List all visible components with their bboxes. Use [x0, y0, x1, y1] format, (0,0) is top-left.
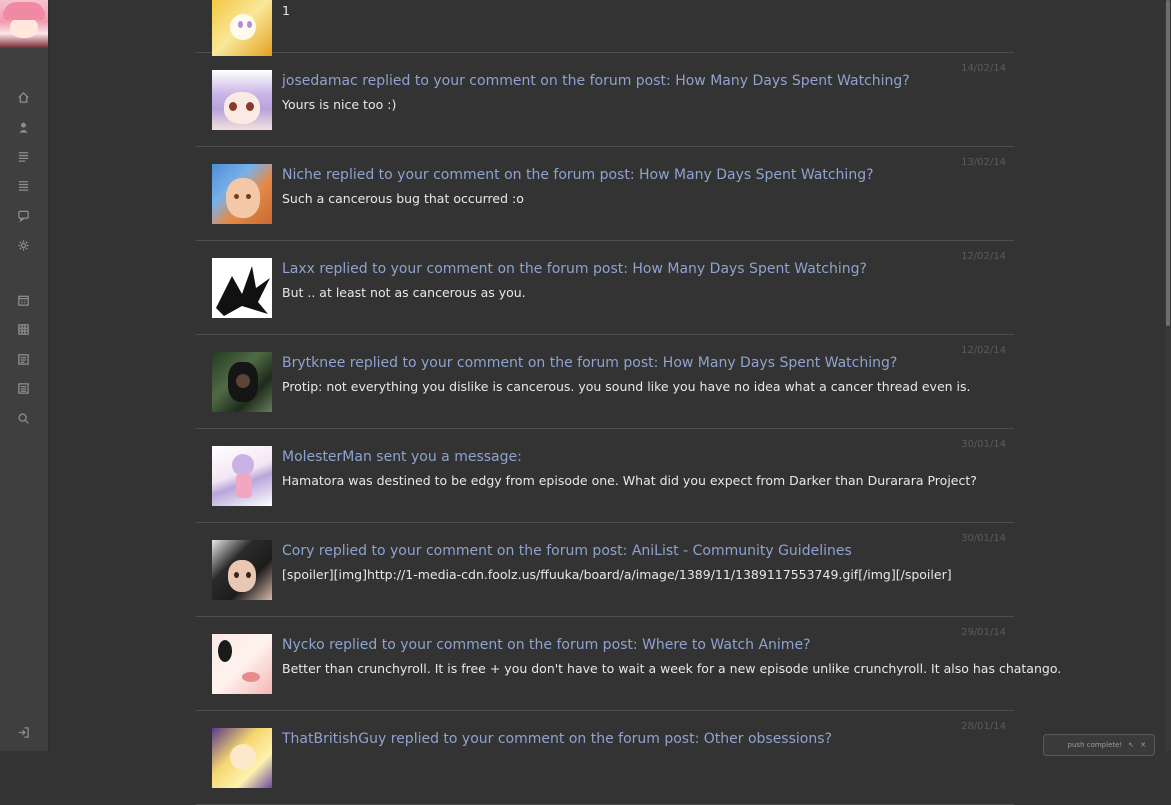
notification-title[interactable]: Laxx replied to your comment on the foru… — [282, 261, 867, 277]
user-avatar[interactable] — [212, 634, 272, 694]
notification-body: 1 — [282, 3, 290, 18]
list-item: Brytknee replied to your comment on the … — [196, 335, 1014, 429]
list-item: 1 — [196, 0, 1014, 56]
timestamp: 28/01/14 — [961, 721, 1006, 732]
list-item: Laxx replied to your comment on the foru… — [196, 241, 1014, 335]
chat-icon[interactable] — [16, 208, 30, 222]
timestamp: 30/01/14 — [961, 533, 1006, 544]
grid-icon[interactable] — [16, 322, 30, 336]
notification-title[interactable]: Brytknee replied to your comment on the … — [282, 355, 897, 371]
user-icon[interactable] — [16, 120, 30, 134]
user-avatar[interactable] — [0, 0, 48, 48]
notification-body: Better than crunchyroll. It is free + yo… — [282, 661, 1062, 676]
notification-body: Yours is nice too :) — [282, 97, 397, 112]
timestamp: 30/01/14 — [961, 439, 1006, 450]
notification-body: Such a cancerous bug that occurred :o — [282, 191, 524, 206]
notification-title[interactable]: Cory replied to your comment on the foru… — [282, 543, 852, 559]
user-avatar[interactable] — [212, 728, 272, 788]
timestamp: 29/01/14 — [961, 627, 1006, 638]
user-avatar[interactable] — [212, 540, 272, 600]
list-item: MolesterMan sent you a message: Hamatora… — [196, 429, 1014, 523]
calendar-icon[interactable] — [16, 293, 30, 307]
notification-title[interactable]: Nycko replied to your comment on the for… — [282, 637, 811, 653]
timestamp: 13/02/14 — [961, 157, 1006, 168]
notification-title[interactable]: MolesterMan sent you a message: — [282, 449, 522, 465]
notification-title[interactable]: Niche replied to your comment on the for… — [282, 167, 874, 183]
toast-text: push complete! — [1067, 741, 1123, 749]
search-icon[interactable] — [16, 411, 30, 425]
scrollbar-thumb[interactable] — [1166, 0, 1170, 326]
user-avatar[interactable] — [212, 164, 272, 224]
checklist-icon[interactable] — [16, 352, 30, 366]
user-avatar[interactable] — [212, 0, 272, 56]
notification-body: Protip: not everything you dislike is ca… — [282, 379, 971, 394]
timestamp: 12/02/14 — [961, 345, 1006, 356]
list-item: ThatBritishGuy replied to your comment o… — [196, 711, 1014, 805]
user-avatar[interactable] — [212, 258, 272, 318]
notification-body: But .. at least not as cancerous as you. — [282, 285, 526, 300]
notification-body: [spoiler][img]http://1-media-cdn.foolz.u… — [282, 567, 952, 582]
notification-feed: 1 josedamac replied to your comment on t… — [196, 0, 1061, 805]
timestamp: 14/02/14 — [961, 63, 1006, 74]
toast-notification: push complete! ↖ ✕ — [1043, 734, 1155, 756]
home-icon[interactable] — [16, 90, 30, 104]
notification-title[interactable]: josedamac replied to your comment on the… — [282, 73, 910, 89]
user-avatar[interactable] — [212, 70, 272, 130]
document-icon[interactable] — [16, 381, 30, 395]
scrollbar[interactable] — [1165, 0, 1171, 751]
notification-body: Hamatora was destined to be edgy from ep… — [282, 473, 977, 488]
list-alt-icon[interactable] — [16, 178, 30, 192]
notification-title[interactable]: ThatBritishGuy replied to your comment o… — [282, 731, 832, 747]
timestamp: 12/02/14 — [961, 251, 1006, 262]
user-avatar[interactable] — [212, 352, 272, 412]
list-item: Nycko replied to your comment on the for… — [196, 617, 1061, 711]
sidebar — [0, 0, 49, 751]
list-item: Cory replied to your comment on the foru… — [196, 523, 1014, 617]
gear-icon[interactable] — [16, 238, 30, 252]
user-avatar[interactable] — [212, 446, 272, 506]
list-icon[interactable] — [16, 149, 30, 163]
list-item: Niche replied to your comment on the for… — [196, 147, 1014, 241]
logout-icon[interactable] — [16, 725, 30, 739]
expand-icon[interactable]: ↖ — [1128, 741, 1134, 749]
close-icon[interactable]: ✕ — [1140, 741, 1146, 749]
list-item: josedamac replied to your comment on the… — [196, 53, 1014, 147]
